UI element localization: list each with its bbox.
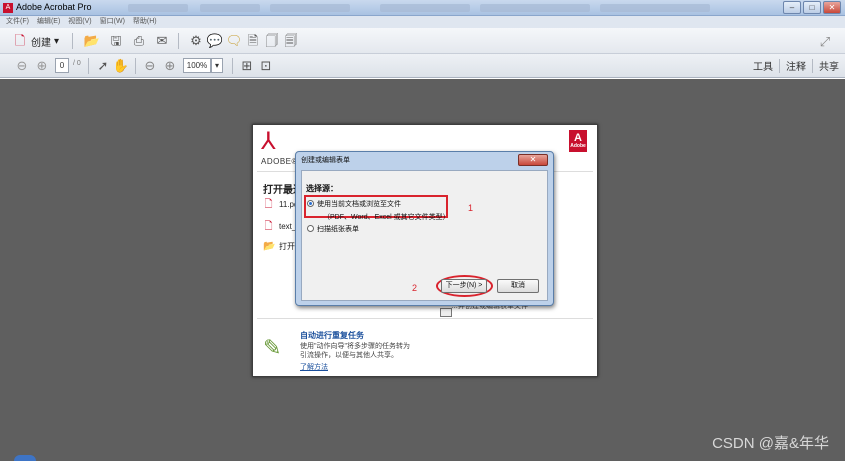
toolbar-divider [135, 58, 136, 74]
acrobat-app-icon: A [3, 3, 13, 13]
open-folder-icon: 📂 [263, 241, 276, 252]
menu-edit[interactable]: 编辑(E) [37, 16, 60, 28]
pdf-file-icon: 🗋 [264, 221, 273, 232]
navigation-toolbar: ⊖ ⊕ 0 / 0 ➚ ✋ ⊖ ⊕ 100% ▾ ⊞ ⊡ 工具 注释 共享 [0, 54, 845, 78]
open-folder-icon[interactable]: 📂 [84, 33, 100, 49]
tools-pane-button[interactable]: 工具 [753, 58, 773, 73]
adobe-badge-label: Adobe [570, 143, 586, 149]
print-icon[interactable]: ⎙ [131, 33, 147, 49]
hand-tool-icon[interactable]: ✋ [113, 58, 129, 74]
option1-label: 使用当前文档或浏览至文件 [317, 201, 401, 208]
window-title: Adobe Acrobat Pro [16, 2, 92, 12]
divider [257, 318, 593, 319]
option2-label: 扫描纸张表单 [317, 226, 359, 233]
create-form-dialog: 创建或编辑表单 ✕ 选择源： 使用当前文档或浏览至文件 （PDF、Word、Ex… [295, 151, 554, 306]
task-description: 使用"动作向导"将多步骤的任务转为 引流操作，以便与其他人共享。 [300, 343, 410, 359]
option-scan-paper[interactable]: 扫描纸张表单 [307, 224, 359, 234]
blurred-tab [128, 4, 188, 12]
create-pdf-icon: 🗋 [14, 33, 26, 48]
csdn-watermark: CSDN @嘉&年华 [712, 435, 829, 452]
zoom-dropdown-chevron-icon[interactable]: ▾ [211, 58, 223, 73]
page-number-input[interactable]: 0 [55, 58, 69, 73]
blurred-tab [600, 4, 710, 12]
toolbar-divider [72, 33, 73, 49]
task-panes: 工具 注释 共享 [753, 58, 839, 73]
recent-file-item[interactable]: 🗋 11.pd [263, 199, 298, 210]
document-copy-icon[interactable]: 🗍 [264, 33, 280, 49]
menu-bar: 文件(F) 编辑(E) 视图(V) 窗口(W) 帮助(H) [0, 16, 845, 28]
comment-bubble-icon[interactable]: 💬 [207, 33, 223, 49]
document-icon[interactable]: 🗎 [245, 33, 261, 49]
pdf-file-icon: 🗋 [264, 199, 273, 210]
minimize-button[interactable]: – [783, 1, 801, 14]
sticky-note-icon[interactable]: 🗨 [226, 33, 243, 49]
email-icon[interactable]: ✉ [154, 33, 170, 49]
zoom-in-icon[interactable]: ⊕ [162, 58, 178, 74]
radio-selected-icon [307, 200, 314, 207]
document-form-icon[interactable]: 🗐 [283, 33, 299, 49]
toolbar-divider [178, 33, 179, 49]
dialog-body: 选择源： 使用当前文档或浏览至文件 （PDF、Word、Excel 或其它文件类… [301, 170, 548, 301]
expand-icon[interactable]: ⤢ [817, 34, 833, 50]
save-icon[interactable]: 🖫 [108, 33, 124, 49]
main-toolbar: 🗋 创建 ▾ 📂 🖫 ⎙ ✉ ⚙ 💬 🗨 🗎 🗍 🗐 ⤢ [0, 28, 845, 54]
adobe-logo-icon: A Adobe [569, 130, 587, 152]
toolbar-divider [88, 58, 89, 74]
blurred-tab [270, 4, 350, 12]
close-window-button[interactable]: ✕ [823, 1, 841, 14]
blurred-tab [480, 4, 590, 12]
action-wizard-icon: ✎ [263, 335, 282, 360]
zoom-level-field[interactable]: 100% [183, 58, 211, 73]
blurred-tab [380, 4, 470, 12]
maximize-button[interactable]: □ [803, 1, 821, 14]
zoom-out-icon[interactable]: ⊖ [142, 58, 158, 74]
learn-how-link[interactable]: 了解方法 [300, 362, 328, 372]
fit-page-icon[interactable]: ⊡ [258, 58, 274, 74]
menu-help[interactable]: 帮助(H) [133, 16, 157, 28]
option-current-document[interactable]: 使用当前文档或浏览至文件 （PDF、Word、Excel 或其它文件类型） [307, 199, 450, 222]
menu-view[interactable]: 视图(V) [68, 16, 91, 28]
next-button[interactable]: 下一步(N) > [441, 279, 487, 293]
toolbar-divider [779, 58, 780, 73]
comment-pane-button[interactable]: 注释 [786, 58, 806, 73]
previous-page-icon[interactable]: ⊖ [14, 58, 30, 74]
next-page-icon[interactable]: ⊕ [34, 58, 50, 74]
option1-sublabel: （PDF、Word、Excel 或其它文件类型） [323, 214, 450, 221]
menu-file[interactable]: 文件(F) [6, 16, 29, 28]
radio-unselected-icon [307, 225, 314, 232]
task-title: 自动进行重复任务 [300, 331, 364, 340]
annotation-number-1: 1 [468, 203, 474, 213]
acrobat-logo-icon: ⅄ [261, 128, 276, 155]
page-total: / 0 [73, 60, 81, 67]
fit-width-icon[interactable]: ⊞ [239, 58, 255, 74]
create-label: 创建 [31, 37, 51, 49]
window-titlebar: A Adobe Acrobat Pro – □ ✕ [0, 0, 845, 16]
settings-gear-icon[interactable]: ⚙ [188, 33, 204, 49]
cancel-button[interactable]: 取消 [497, 279, 539, 293]
toolbar-divider [812, 58, 813, 73]
taskbar-orb-icon[interactable] [14, 455, 36, 461]
annotation-number-2: 2 [412, 283, 418, 293]
create-button[interactable]: 🗋 创建 ▾ [12, 33, 59, 49]
dialog-close-button[interactable]: ✕ [518, 154, 548, 166]
dialog-title: 创建或编辑表单 [301, 157, 350, 164]
source-label: 选择源： [306, 184, 338, 193]
toolbar-divider [232, 58, 233, 74]
blurred-tab [200, 4, 260, 12]
menu-window[interactable]: 窗口(W) [100, 16, 125, 28]
chevron-down-icon: ▾ [54, 35, 60, 47]
select-cursor-icon[interactable]: ➚ [95, 58, 111, 74]
share-pane-button[interactable]: 共享 [819, 58, 839, 73]
